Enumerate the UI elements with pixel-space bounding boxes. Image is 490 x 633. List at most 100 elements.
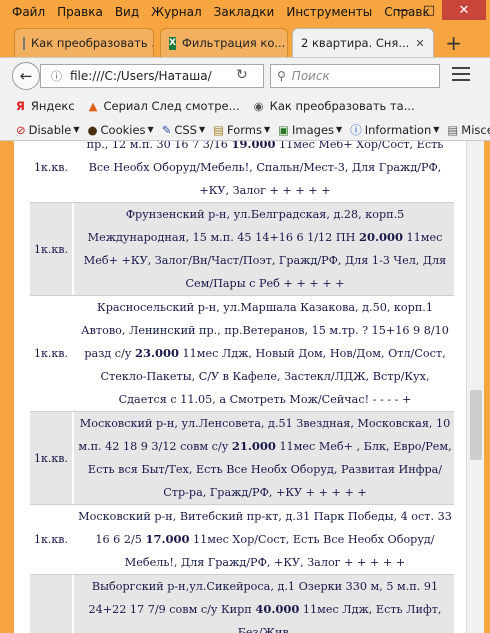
browser-window: Файл Правка Вид Журнал Закладки Инструме… bbox=[0, 0, 490, 633]
flame-icon: ▲ bbox=[88, 99, 98, 113]
listings-table: 1к.кв. пр., 12 м.п. 30 16 7 3/16 19.000 1… bbox=[30, 141, 454, 633]
menu-bookmarks[interactable]: Закладки bbox=[214, 5, 275, 19]
menu-tools[interactable]: Инструменты bbox=[286, 5, 372, 19]
listing-description: Фрунзенский р-н, ул.Белградская, д.28, к… bbox=[74, 203, 454, 295]
cookies-label: Cookies bbox=[100, 122, 146, 137]
tab-label: Фильтрация ко... bbox=[181, 36, 286, 50]
images-menu[interactable]: ▣ Images ▼ bbox=[278, 123, 342, 137]
tab-label: 2 квартира. Сня... bbox=[301, 36, 410, 50]
table-row: 1к.кв. пр., 12 м.п. 30 16 7 3/16 19.000 1… bbox=[30, 141, 454, 203]
listing-price: 40.000 bbox=[255, 602, 300, 616]
excel-icon: X bbox=[169, 36, 176, 50]
apartment-type: 1к.кв. bbox=[34, 347, 68, 360]
yandex-icon: Я bbox=[16, 99, 25, 113]
listing-price: 23.000 bbox=[134, 346, 179, 360]
forms-icon: ▤ bbox=[213, 122, 225, 137]
dropdown-arrow-icon: ▼ bbox=[433, 125, 440, 134]
search-icon: ⚲ bbox=[277, 69, 286, 83]
apartment-type: 1к.кв. bbox=[30, 412, 72, 504]
maximize-button[interactable]: □ bbox=[416, 0, 442, 20]
images-label: Images bbox=[292, 122, 335, 137]
page-content: 1к.кв. пр., 12 м.п. 30 16 7 3/16 19.000 1… bbox=[14, 141, 466, 633]
css-icon: ✎ bbox=[161, 122, 172, 137]
listing-description: пр., 12 м.п. 30 16 7 3/16 19.000 11мес М… bbox=[74, 141, 454, 202]
listing-description: Выборгский р-н,ул.Сикейроса, д.1 Озерки … bbox=[74, 575, 454, 633]
listing-address: пр., 12 м.п. 30 16 7 3/16 bbox=[86, 141, 228, 151]
images-icon: ▣ bbox=[278, 122, 290, 137]
info-icon[interactable]: ⓘ bbox=[51, 68, 62, 84]
menu-view[interactable]: Вид bbox=[115, 5, 139, 19]
url-text: file:///C:/Users/Наташа/ bbox=[70, 69, 212, 83]
apartment-type bbox=[30, 575, 72, 633]
minimize-button[interactable]: — bbox=[390, 0, 416, 20]
page-icon bbox=[23, 36, 25, 50]
css-menu[interactable]: ✎ CSS ▼ bbox=[162, 123, 205, 137]
navigation-bar: ⓘ file:///C:/Users/Наташа/ ← ↻ ⚲ Поиск bbox=[0, 57, 490, 93]
back-button[interactable]: ← bbox=[12, 62, 40, 90]
listing-price: 17.000 bbox=[145, 532, 190, 546]
forms-menu[interactable]: ▤ Forms ▼ bbox=[213, 123, 270, 137]
disable-icon: ⊘ bbox=[16, 122, 26, 137]
bookmarks-bar: Я Яндекс ▲ Сериал След смотре... ◉ Как п… bbox=[0, 93, 490, 119]
search-placeholder: Поиск bbox=[291, 69, 330, 83]
listing-description: Московский р-н, Витебский пр-кт, д.31 Па… bbox=[74, 505, 454, 574]
dropdown-arrow-icon: ▼ bbox=[73, 125, 80, 134]
cookies-menu[interactable]: ● Cookies ▼ bbox=[87, 123, 153, 137]
disable-label: Disable bbox=[28, 122, 72, 137]
globe-icon: ◉ bbox=[253, 99, 264, 113]
listing-description: Красносельский р-н, ул.Маршала Казакова,… bbox=[74, 296, 454, 411]
cookie-icon: ● bbox=[87, 122, 98, 137]
address-bar[interactable]: ⓘ file:///C:/Users/Наташа/ bbox=[40, 64, 264, 88]
css-label: CSS bbox=[174, 122, 197, 137]
menu-history[interactable]: Журнал bbox=[151, 5, 202, 19]
tab-1[interactable]: Как преобразовать ... bbox=[14, 28, 154, 57]
dropdown-arrow-icon: ▼ bbox=[147, 125, 154, 134]
tab-label: Как преобразовать ... bbox=[31, 36, 154, 50]
bookmark-label: Яндекс bbox=[30, 99, 75, 113]
information-icon: ⓘ bbox=[350, 122, 362, 137]
misc-label: Misce bbox=[461, 122, 490, 137]
bookmark-label: Сериал След смотре... bbox=[103, 99, 240, 113]
vertical-scrollbar[interactable] bbox=[466, 141, 484, 633]
apartment-type: 1к.кв. bbox=[30, 203, 72, 295]
listing-price: 21.000 bbox=[231, 439, 276, 453]
information-menu[interactable]: ⓘ Information ▼ bbox=[350, 122, 439, 138]
table-row: 1к.кв. Фрунзенский р-н, ул.Белградская, д… bbox=[30, 203, 454, 296]
table-row: Выборгский р-н,ул.Сикейроса, д.1 Озерки … bbox=[30, 575, 454, 633]
reload-icon[interactable]: ↻ bbox=[236, 67, 248, 83]
dropdown-arrow-icon: ▼ bbox=[263, 125, 271, 134]
tab-2[interactable]: X Фильтрация ко... bbox=[160, 28, 288, 57]
web-developer-toolbar: ⊘ Disable ▼ ● Cookies ▼ ✎ CSS ▼ ▤ Forms ▼ ▣ Image… bbox=[0, 119, 490, 141]
apartment-type: 1к.кв. bbox=[34, 533, 68, 546]
search-input[interactable]: ⚲ Поиск bbox=[270, 64, 440, 88]
disable-menu[interactable]: ⊘ Disable ▼ bbox=[16, 123, 79, 137]
forms-label: Forms bbox=[227, 122, 262, 137]
bookmark-serial[interactable]: ▲ Сериал След смотре... bbox=[89, 99, 240, 113]
tab-strip: Как преобразовать ... X Фильтрация ко...… bbox=[0, 25, 490, 57]
table-row: 1к.кв. Московский р-н, ул.Ленсовета, д.51… bbox=[30, 412, 454, 505]
menu-file[interactable]: Файл bbox=[12, 5, 45, 19]
information-label: Information bbox=[364, 122, 432, 137]
window-controls: — □ ✕ bbox=[390, 0, 486, 20]
bookmark-yandex[interactable]: Я Яндекс bbox=[16, 99, 75, 113]
table-row: 1к.кв. Московский р-н, Витебский пр-кт, д… bbox=[30, 505, 454, 575]
bookmark-label: Как преобразовать та... bbox=[269, 99, 415, 113]
listing-price: 19.000 bbox=[231, 141, 276, 151]
menu-edit[interactable]: Правка bbox=[57, 5, 103, 19]
new-tab-button[interactable]: + bbox=[445, 31, 462, 55]
tab-3-active[interactable]: 2 квартира. Сня... ✕ bbox=[292, 28, 434, 57]
close-window-button[interactable]: ✕ bbox=[442, 0, 486, 20]
miscellaneous-menu[interactable]: ▤Misce bbox=[447, 123, 490, 137]
table-row: 1к.кв. Красносельский р-н, ул.Маршала Каз… bbox=[30, 296, 454, 412]
apartment-type: 1к.кв. bbox=[34, 161, 68, 174]
listing-description: Московский р-н, ул.Ленсовета, д.51 Звезд… bbox=[74, 412, 454, 504]
close-tab-icon[interactable]: ✕ bbox=[415, 37, 424, 50]
listing-address: Фрунзенский р-н, ул.Белградская, д.28, к… bbox=[87, 208, 405, 244]
hamburger-menu-icon[interactable] bbox=[452, 67, 470, 85]
dropdown-arrow-icon: ▼ bbox=[198, 125, 206, 134]
listing-price: 20.000 bbox=[358, 230, 403, 244]
back-arrow-icon: ← bbox=[19, 67, 33, 85]
dropdown-arrow-icon: ▼ bbox=[336, 125, 343, 134]
scrollbar-thumb[interactable] bbox=[470, 390, 482, 460]
bookmark-convert[interactable]: ◉ Как преобразовать та... bbox=[254, 99, 415, 113]
